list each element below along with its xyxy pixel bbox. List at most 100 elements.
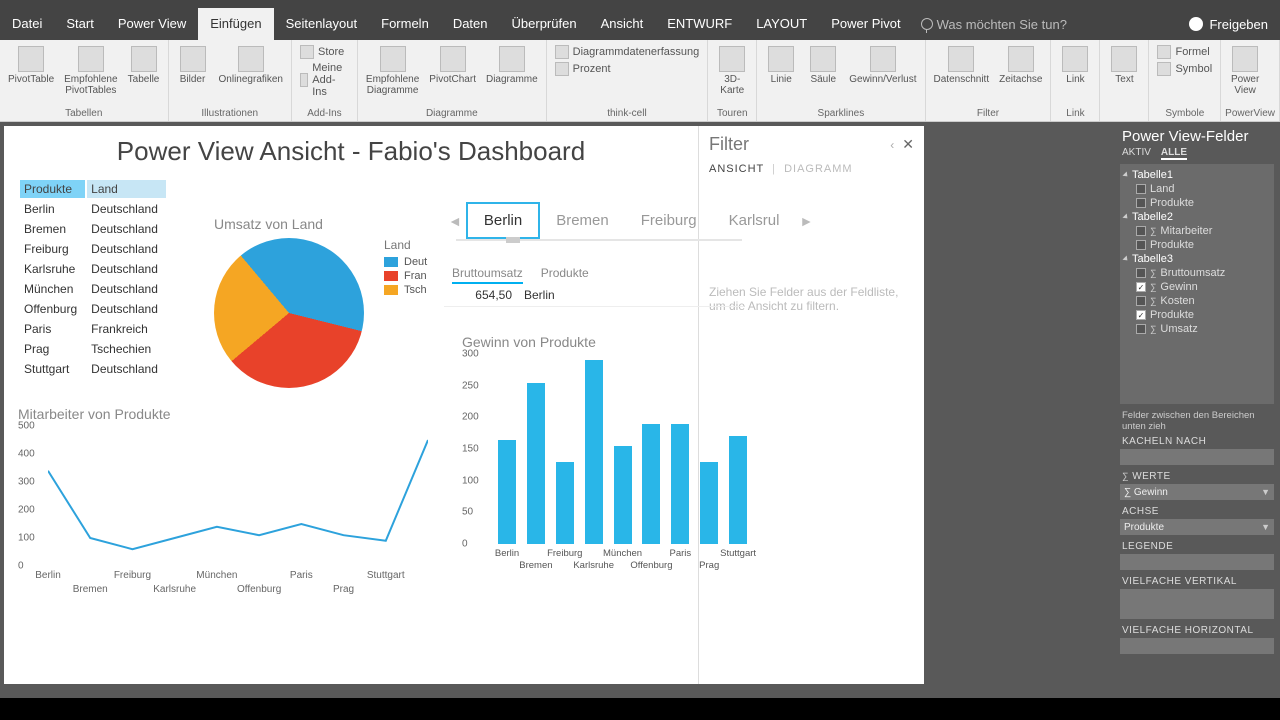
ribbon-btn-diagrammdatenerfassung[interactable]: Diagrammdatenerfassung: [551, 44, 704, 60]
tile-berlin[interactable]: Berlin: [466, 202, 540, 239]
field-produkte[interactable]: Produkte: [1122, 196, 1272, 210]
tile-karlsrul[interactable]: Karlsrul: [713, 204, 796, 237]
zone-werte[interactable]: ∑ Gewinn▼: [1120, 484, 1274, 500]
checkbox[interactable]: [1136, 184, 1146, 194]
ribbon-tab-überprüfen[interactable]: Überprüfen: [500, 8, 589, 40]
table-row[interactable]: PragTschechien: [20, 340, 166, 358]
ribbon-tab-start[interactable]: Start: [54, 8, 105, 40]
ribbon-btn-power-view[interactable]: PowerView: [1225, 44, 1265, 98]
ribbon-btn-link[interactable]: Link: [1055, 44, 1095, 87]
zone-kacheln[interactable]: [1120, 449, 1274, 465]
ribbon-tab-ansicht[interactable]: Ansicht: [589, 8, 656, 40]
ribbon-btn-datenschnitt[interactable]: Datenschnitt: [930, 44, 994, 87]
field-bruttoumsatz[interactable]: ∑Bruttoumsatz: [1122, 266, 1272, 280]
table-row[interactable]: OffenburgDeutschland: [20, 300, 166, 318]
field-table-tabelle3[interactable]: Tabelle3: [1122, 252, 1272, 266]
zone-vv[interactable]: [1120, 589, 1274, 619]
ribbon-btn-gewinn-verlust[interactable]: Gewinn/Verlust: [845, 44, 920, 87]
bar[interactable]: [498, 440, 516, 545]
ribbon-btn-pivotchart[interactable]: PivotChart: [425, 44, 480, 87]
field-table-tabelle2[interactable]: Tabelle2: [1122, 210, 1272, 224]
tile-prev-icon[interactable]: ◄: [444, 209, 466, 233]
share-button[interactable]: Freigeben: [1177, 8, 1280, 40]
filter-tab-diagramm[interactable]: DIAGRAMM: [784, 163, 853, 175]
bar[interactable]: [642, 424, 660, 544]
ribbon-btn-onlinegrafiken[interactable]: Onlinegrafiken: [215, 44, 287, 87]
ribbon-btn-bilder[interactable]: Bilder: [173, 44, 213, 87]
bar[interactable]: [527, 383, 545, 545]
table-row[interactable]: BerlinDeutschland: [20, 200, 166, 218]
table-row[interactable]: BremenDeutschland: [20, 220, 166, 238]
field-produkte[interactable]: Produkte: [1122, 238, 1272, 252]
ribbon-tab-formeln[interactable]: Formeln: [369, 8, 441, 40]
filter-tab-ansicht[interactable]: ANSICHT: [709, 163, 764, 175]
table-row[interactable]: StuttgartDeutschland: [20, 360, 166, 378]
legend-item[interactable]: Tsch: [384, 284, 427, 296]
chevron-down-icon[interactable]: ▼: [1261, 487, 1270, 497]
brutto-table[interactable]: Bruttoumsatz Produkte 654,50 Berlin: [444, 266, 744, 307]
close-icon[interactable]: ✕: [902, 136, 914, 153]
tile-freiburg[interactable]: Freiburg: [625, 204, 713, 237]
expand-icon[interactable]: [1122, 171, 1129, 178]
fields-tab-aktiv[interactable]: AKTIV: [1122, 147, 1151, 160]
ribbon-btn-meine-add-ins[interactable]: Meine Add-Ins: [296, 61, 353, 99]
checkbox[interactable]: [1136, 296, 1146, 306]
ribbon-tab-datei[interactable]: Datei: [0, 8, 54, 40]
bar-chart[interactable]: Gewinn von Produkte 050100150200250300Be…: [444, 326, 754, 564]
filter-collapse-icon[interactable]: ‹: [890, 138, 894, 152]
ribbon-btn-text[interactable]: Text: [1104, 44, 1144, 87]
bar[interactable]: [556, 462, 574, 544]
filter-tabs[interactable]: ANSICHT | DIAGRAMM: [709, 163, 914, 175]
fields-tabs[interactable]: AKTIV ALLE: [1114, 147, 1280, 164]
tell-me-box[interactable]: Was möchten Sie tun?: [921, 8, 1067, 40]
fields-tab-alle[interactable]: ALLE: [1161, 147, 1187, 160]
expand-icon[interactable]: [1122, 255, 1129, 262]
ribbon-btn-empfohlene-diagramme[interactable]: EmpfohleneDiagramme: [362, 44, 423, 98]
zone-vh[interactable]: [1120, 638, 1274, 654]
bar[interactable]: [614, 446, 632, 544]
ribbon-btn-3d-karte[interactable]: 3D-Karte: [712, 44, 752, 98]
pie-graphic[interactable]: [214, 238, 364, 388]
legend-item[interactable]: Fran: [384, 270, 427, 282]
ribbon-btn-tabelle[interactable]: Tabelle: [124, 44, 164, 87]
data-table[interactable]: ProdukteLand BerlinDeutschlandBremenDeut…: [18, 178, 168, 380]
zone-achse[interactable]: Produkte▼: [1120, 519, 1274, 535]
table-row[interactable]: FreiburgDeutschland: [20, 240, 166, 258]
ribbon-btn-empfohlene-pivottables[interactable]: EmpfohlenePivotTables: [60, 44, 121, 98]
power-view-canvas[interactable]: Power View Ansicht - Fabio's Dashboard P…: [4, 126, 924, 684]
bar[interactable]: [585, 360, 603, 544]
ribbon-tab-daten[interactable]: Daten: [441, 8, 500, 40]
field-gewinn[interactable]: ✓∑Gewinn: [1122, 280, 1272, 294]
ribbon-btn-store[interactable]: Store: [296, 44, 353, 60]
line-chart[interactable]: Mitarbeiter von Produkte 010020030040050…: [18, 406, 438, 596]
bar[interactable]: [700, 462, 718, 544]
ribbon-btn-diagramme[interactable]: Diagramme: [482, 44, 542, 87]
bar[interactable]: [671, 424, 689, 544]
checkbox[interactable]: [1136, 268, 1146, 278]
ribbon-tab-entwurf[interactable]: ENTWURF: [655, 8, 744, 40]
ribbon-btn-symbol[interactable]: Symbol: [1153, 61, 1216, 77]
checkbox[interactable]: [1136, 240, 1146, 250]
field-umsatz[interactable]: ∑Umsatz: [1122, 322, 1272, 336]
tile-nav[interactable]: ◄ BerlinBremenFreiburgKarlsrul►: [444, 202, 754, 247]
ribbon-btn-formel[interactable]: Formel: [1153, 44, 1216, 60]
bar[interactable]: [729, 436, 747, 544]
tile-handle[interactable]: [506, 237, 520, 243]
zone-legende[interactable]: [1120, 554, 1274, 570]
table-row[interactable]: MünchenDeutschland: [20, 280, 166, 298]
field-kosten[interactable]: ∑Kosten: [1122, 294, 1272, 308]
field-table-tabelle1[interactable]: Tabelle1: [1122, 168, 1272, 182]
checkbox[interactable]: ✓: [1136, 310, 1146, 320]
ribbon-tab-power-view[interactable]: Power View: [106, 8, 198, 40]
checkbox[interactable]: [1136, 324, 1146, 334]
brutto-col-1[interactable]: Bruttoumsatz: [452, 266, 523, 284]
ribbon-tab-layout[interactable]: LAYOUT: [744, 8, 819, 40]
field-mitarbeiter[interactable]: ∑Mitarbeiter: [1122, 224, 1272, 238]
ribbon-tab-power-pivot[interactable]: Power Pivot: [819, 8, 912, 40]
checkbox[interactable]: [1136, 198, 1146, 208]
checkbox[interactable]: [1136, 226, 1146, 236]
ribbon-tab-seitenlayout[interactable]: Seitenlayout: [274, 8, 370, 40]
expand-icon[interactable]: [1122, 213, 1129, 220]
table-header[interactable]: Land: [87, 180, 166, 198]
tile-bremen[interactable]: Bremen: [540, 204, 625, 237]
